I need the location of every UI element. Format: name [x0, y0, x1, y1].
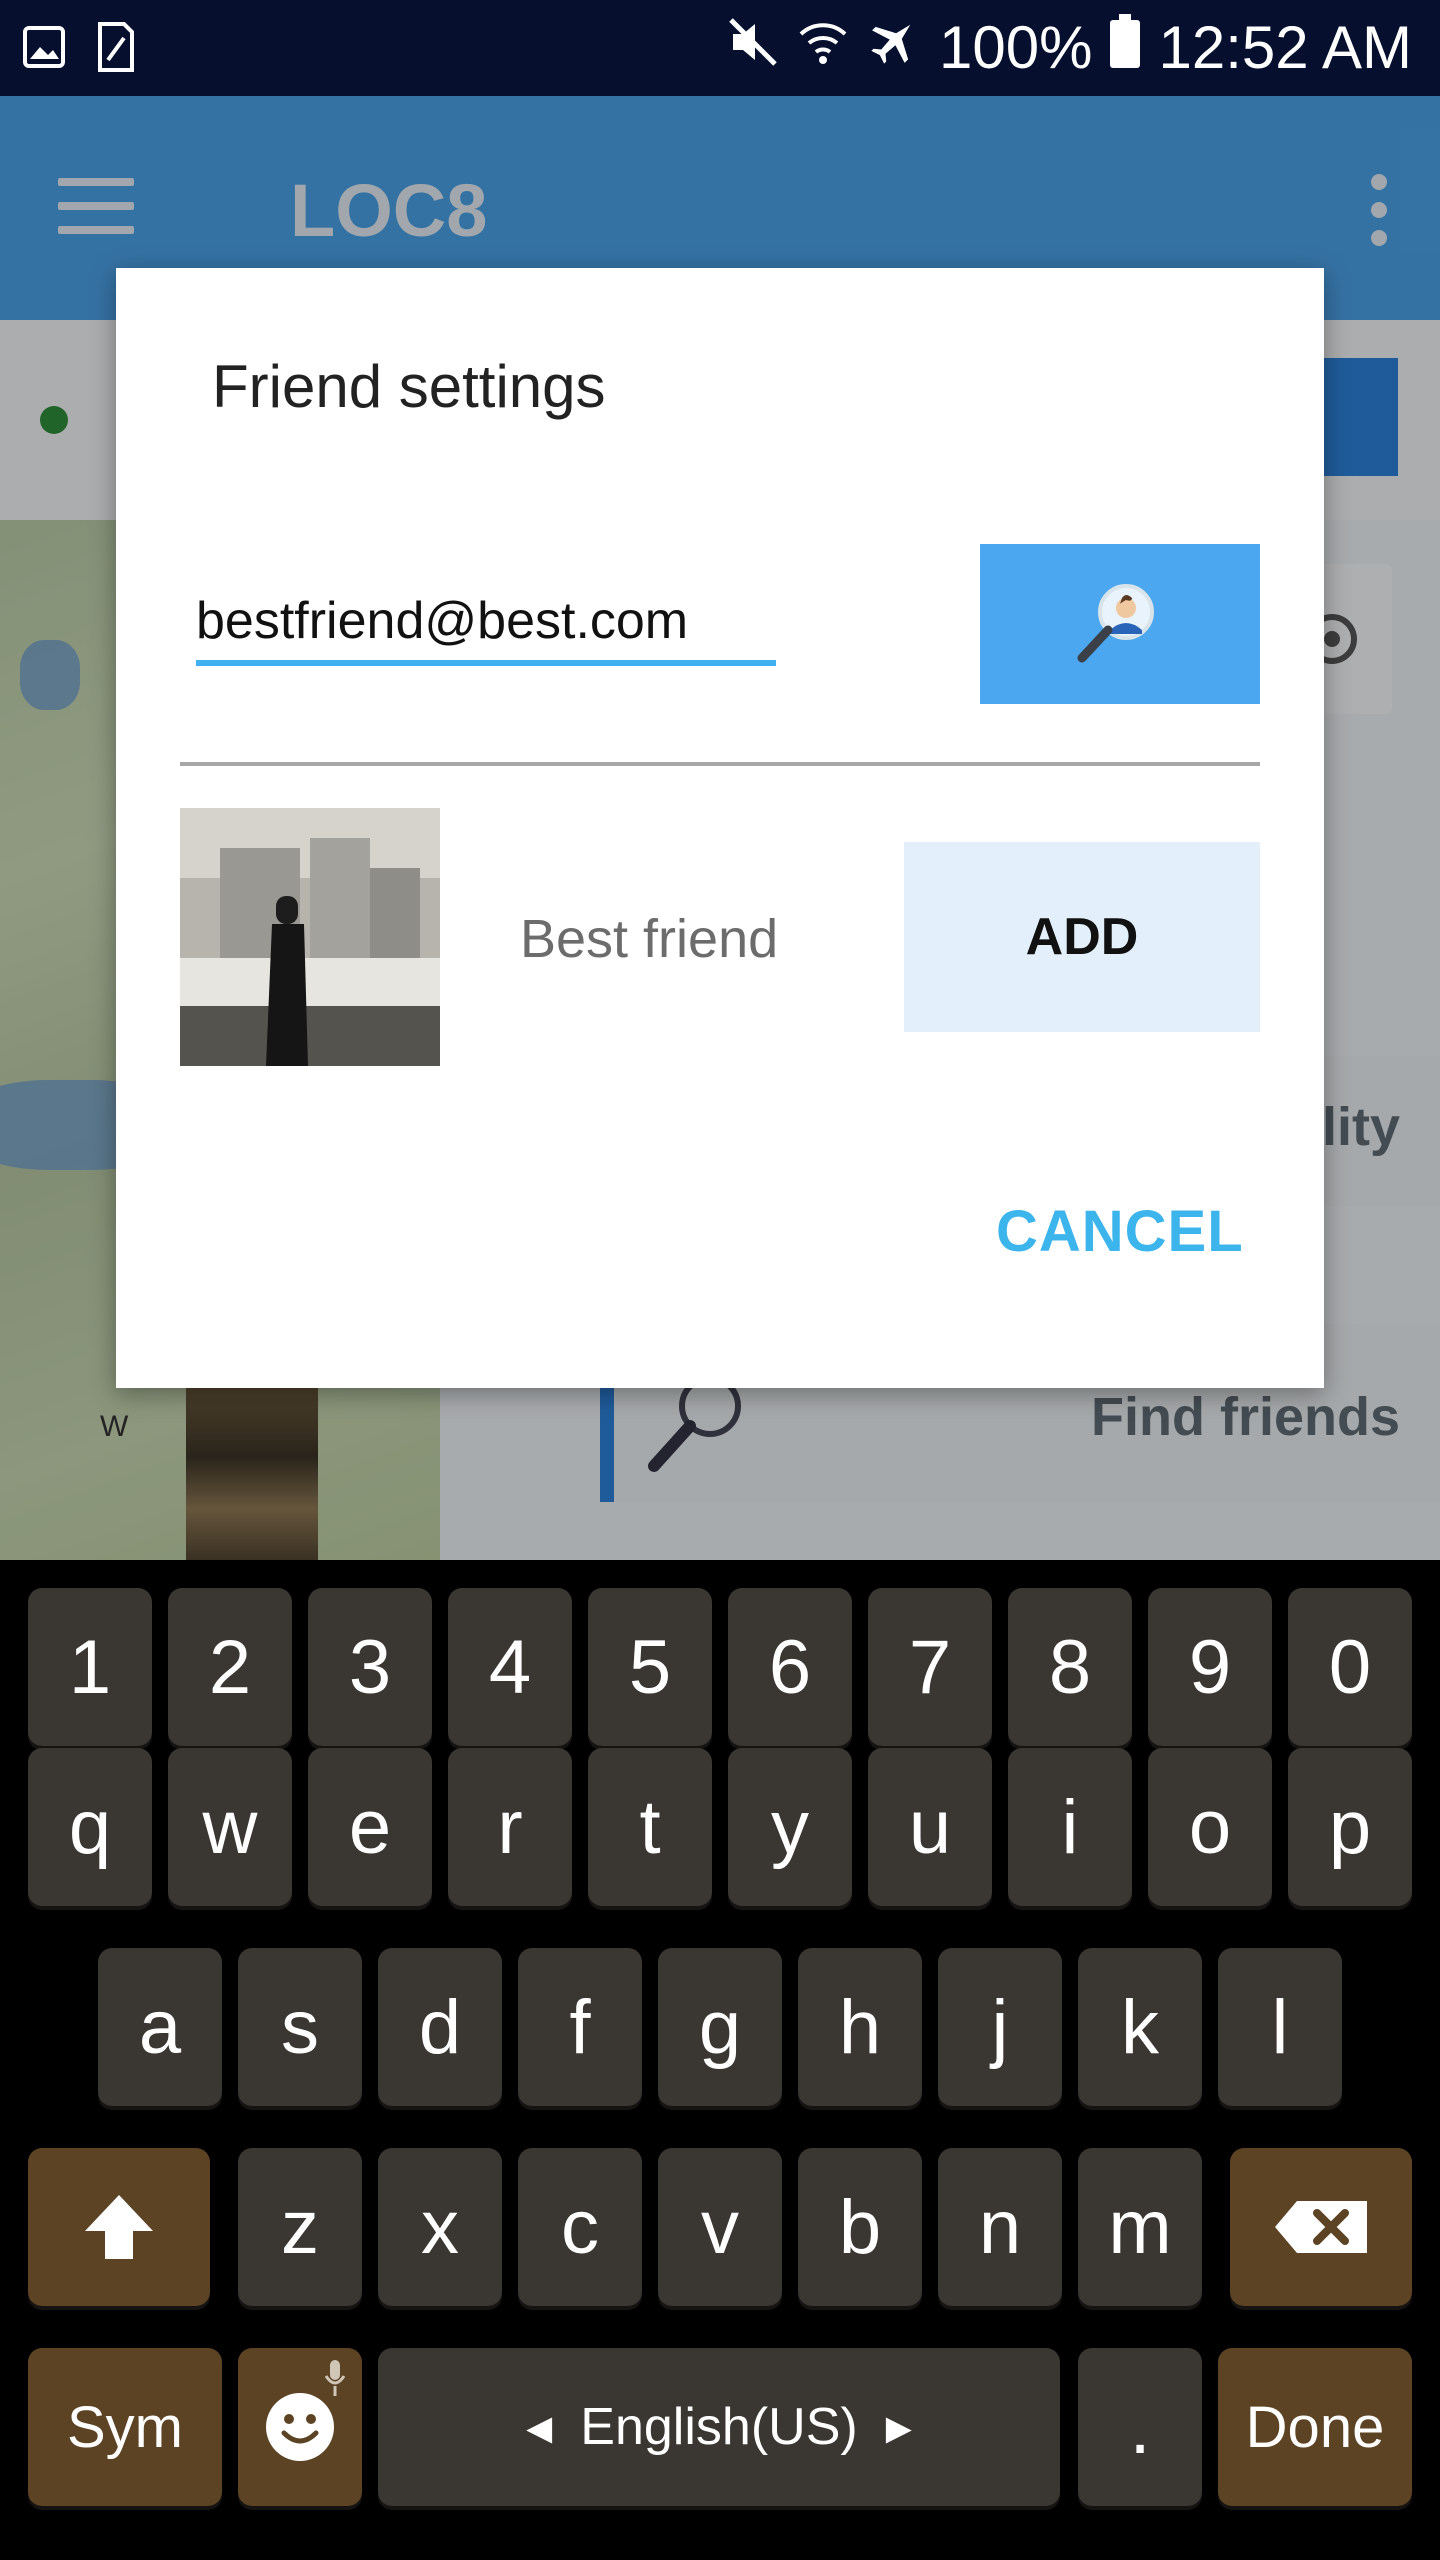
friend-avatar — [180, 808, 440, 1066]
shift-key[interactable] — [28, 2148, 210, 2306]
key-2[interactable]: 2 — [168, 1588, 292, 1746]
done-key[interactable]: Done — [1218, 2348, 1412, 2506]
key-v[interactable]: v — [658, 2148, 782, 2306]
key-g[interactable]: g — [658, 1948, 782, 2106]
shift-arrow-icon — [85, 2195, 153, 2259]
status-bar: 100% 12:52 AM — [0, 0, 1440, 96]
key-t[interactable]: t — [588, 1748, 712, 1906]
period-key[interactable]: . — [1078, 2348, 1202, 2506]
cancel-button[interactable]: CANCEL — [996, 1198, 1244, 1265]
key-p[interactable]: p — [1288, 1748, 1412, 1906]
soft-keyboard: 1 2 3 4 5 6 7 8 9 0 q w e r t y u i o p … — [0, 1560, 1440, 2560]
key-w[interactable]: w — [168, 1748, 292, 1906]
key-b[interactable]: b — [798, 2148, 922, 2306]
key-s[interactable]: s — [238, 1948, 362, 2106]
key-x[interactable]: x — [378, 2148, 502, 2306]
friend-email-input[interactable] — [196, 586, 776, 666]
key-q[interactable]: q — [28, 1748, 152, 1906]
friend-settings-dialog: Friend settings Best friend ADD CANCEL — [116, 268, 1324, 1388]
search-friend-button[interactable] — [980, 544, 1260, 704]
key-9[interactable]: 9 — [1148, 1588, 1272, 1746]
key-a[interactable]: a — [98, 1948, 222, 2106]
key-7[interactable]: 7 — [868, 1588, 992, 1746]
backspace-key[interactable] — [1230, 2148, 1412, 2306]
add-friend-button[interactable]: ADD — [904, 842, 1260, 1032]
airplane-icon — [867, 12, 921, 84]
language-next-icon: ▸ — [885, 2398, 912, 2456]
person-search-icon — [1077, 584, 1154, 663]
key-r[interactable]: r — [448, 1748, 572, 1906]
key-d[interactable]: d — [378, 1948, 502, 2106]
mute-icon — [727, 12, 779, 84]
wifi-icon — [797, 12, 849, 84]
sim-icon — [92, 18, 140, 76]
key-u[interactable]: u — [868, 1748, 992, 1906]
key-e[interactable]: e — [308, 1748, 432, 1906]
key-f[interactable]: f — [518, 1948, 642, 2106]
clock: 12:52 AM — [1158, 14, 1412, 81]
dialog-divider — [180, 762, 1260, 766]
language-prev-icon: ◂ — [526, 2398, 553, 2456]
key-3[interactable]: 3 — [308, 1588, 432, 1746]
key-h[interactable]: h — [798, 1948, 922, 2106]
key-8[interactable]: 8 — [1008, 1588, 1132, 1746]
key-z[interactable]: z — [238, 2148, 362, 2306]
backspace-icon — [1275, 2201, 1367, 2253]
key-6[interactable]: 6 — [728, 1588, 852, 1746]
key-l[interactable]: l — [1218, 1948, 1342, 2106]
gallery-icon — [20, 18, 68, 76]
key-1[interactable]: 1 — [28, 1588, 152, 1746]
key-4[interactable]: 4 — [448, 1588, 572, 1746]
key-j[interactable]: j — [938, 1948, 1062, 2106]
key-5[interactable]: 5 — [588, 1588, 712, 1746]
sym-key[interactable]: Sym — [28, 2348, 222, 2506]
key-c[interactable]: c — [518, 2148, 642, 2306]
smiley-icon — [266, 2393, 334, 2461]
key-n[interactable]: n — [938, 2148, 1062, 2306]
key-y[interactable]: y — [728, 1748, 852, 1906]
key-0[interactable]: 0 — [1288, 1588, 1412, 1746]
emoji-key[interactable] — [238, 2348, 362, 2506]
dialog-title: Friend settings — [212, 353, 606, 420]
mic-icon — [324, 2360, 346, 2396]
language-label: English(US) — [580, 2398, 858, 2456]
key-k[interactable]: k — [1078, 1948, 1202, 2106]
key-m[interactable]: m — [1078, 2148, 1202, 2306]
friend-name: Best friend — [520, 909, 779, 969]
key-o[interactable]: o — [1148, 1748, 1272, 1906]
battery-icon — [1110, 12, 1141, 84]
battery-percent: 100% — [939, 14, 1093, 81]
space-key[interactable]: ◂ English(US) ▸ — [378, 2348, 1060, 2506]
key-i[interactable]: i — [1008, 1748, 1132, 1906]
